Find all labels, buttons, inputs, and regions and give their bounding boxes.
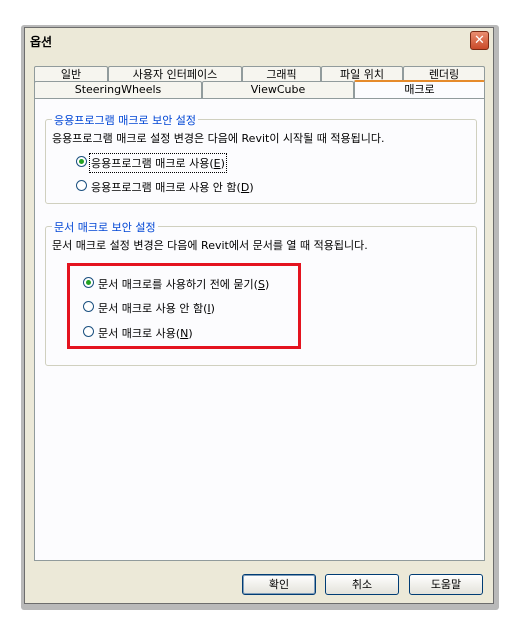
dialog-title: 옵션 (30, 35, 53, 49)
tab-macros[interactable]: 매크로 (354, 80, 485, 98)
radio-button[interactable] (76, 156, 87, 167)
help-button[interactable]: 도움말 (409, 574, 483, 595)
close-button[interactable]: ✕ (470, 31, 489, 50)
ok-button[interactable]: 확인 (242, 574, 316, 595)
red-highlight-box (67, 263, 301, 349)
app-macro-group: 응용프로그램 매크로 보안 설정 응용프로그램 매크로 설정 변경은 다음에 R… (45, 112, 477, 204)
tab-steeringwheels[interactable]: SteeringWheels (34, 81, 202, 98)
cancel-button[interactable]: 취소 (325, 574, 399, 595)
close-icon: ✕ (474, 33, 485, 48)
radio-button[interactable] (76, 180, 87, 191)
app-macro-description: 응용프로그램 매크로 설정 변경은 다음에 Revit이 시작될 때 적용됩니다… (52, 132, 385, 145)
app-macro-group-title: 응용프로그램 매크로 보안 설정 (52, 112, 199, 128)
options-dialog: 옵션 ✕ 일반 사용자 인터페이스 그래픽 파일 위치 렌더링 Steering… (24, 27, 494, 604)
doc-macro-group-title: 문서 매크로 보안 설정 (52, 219, 158, 235)
macros-panel: 응용프로그램 매크로 보안 설정 응용프로그램 매크로 설정 변경은 다음에 R… (34, 98, 485, 561)
doc-macro-description: 문서 매크로 설정 변경은 다음에 Revit에서 문서를 열 때 적용됩니다. (52, 239, 368, 252)
title-bar[interactable]: 옵션 ✕ (25, 28, 493, 53)
tab-viewcube[interactable]: ViewCube (202, 81, 354, 98)
